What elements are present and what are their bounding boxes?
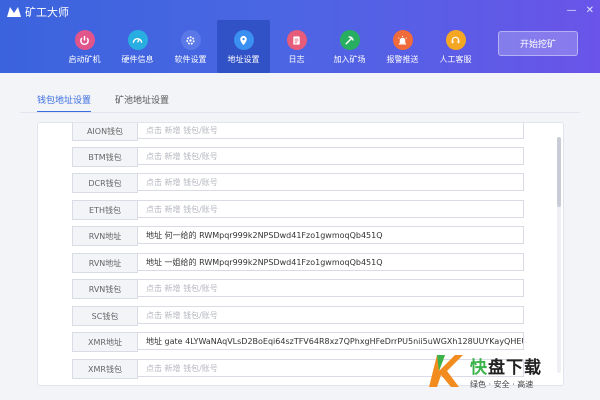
- wallet-row: ETH钱包 点击 新增 钱包/账号: [72, 200, 524, 220]
- nav-join-farm[interactable]: 加入矿场: [323, 20, 376, 73]
- power-icon: [74, 30, 95, 50]
- wallet-address-field[interactable]: 点击 新增 钱包/账号: [138, 279, 524, 297]
- watermark-brand-rest: 盘下载: [488, 357, 542, 378]
- wallet-label: AION钱包: [72, 123, 138, 141]
- wallet-row: RVN地址 地址 何一给的 RWMpqr999k2NPSDwd41Fzo1gwm…: [72, 226, 524, 246]
- wallet-label: DCR钱包: [72, 173, 138, 193]
- wallet-label: RVN地址: [72, 253, 138, 273]
- watermark-text: 快盘下载 绿色 · 安全 · 高速: [470, 353, 542, 390]
- main-nav: 启动矿机 硬件信息 软件设置 地址设置 日志 加入矿场 报警推送 人工客服: [58, 20, 482, 73]
- wallet-label: XMR地址: [72, 332, 138, 352]
- watermark-logo-icon: [429, 355, 463, 387]
- window-controls: — ✕: [567, 5, 594, 16]
- watermark-brand-green: 快: [470, 357, 488, 378]
- wallet-address-field[interactable]: 点击 新增 钱包/账号: [138, 173, 524, 191]
- app-brand: 矿工大师: [6, 4, 69, 20]
- location-icon: [233, 30, 254, 50]
- nav-label: 日志: [288, 55, 305, 64]
- nav-start-miner[interactable]: 启动矿机: [58, 20, 111, 73]
- tab-divider: [20, 112, 580, 113]
- nav-label: 硬件信息: [121, 55, 154, 64]
- tab-wallet-address[interactable]: 钱包地址设置: [37, 93, 92, 113]
- wallet-label: BTM钱包: [72, 147, 138, 167]
- nav-customer-service[interactable]: 人工客服: [429, 20, 482, 73]
- wallet-row: DCR钱包 点击 新增 钱包/账号: [72, 173, 524, 193]
- scrollbar-thumb[interactable]: [557, 137, 561, 207]
- watermark-brand: 快盘下载: [470, 353, 542, 378]
- wallet-label: ETH钱包: [72, 200, 138, 220]
- wallet-address-field[interactable]: 点击 新增 钱包/账号: [138, 147, 524, 165]
- app-title: 矿工大师: [25, 6, 69, 19]
- nav-alarm-push[interactable]: 报警推送: [376, 20, 429, 73]
- nav-label: 软件设置: [174, 55, 207, 64]
- wallet-row: RVN钱包 点击 新增 钱包/账号: [72, 279, 524, 299]
- minimize-button[interactable]: —: [567, 5, 577, 16]
- wallet-address-field[interactable]: 点击 新增 钱包/账号: [138, 200, 524, 218]
- watermark-slogan: 绿色 · 安全 · 高速: [470, 379, 534, 389]
- nav-hardware-info[interactable]: 硬件信息: [111, 20, 164, 73]
- wallet-address-field[interactable]: 点击 新增 钱包/账号: [138, 306, 524, 324]
- support-icon: [445, 30, 466, 50]
- app-logo-icon: [7, 7, 21, 17]
- nav-log[interactable]: 日志: [270, 20, 323, 73]
- wallet-label: RVN地址: [72, 226, 138, 246]
- alarm-icon: [392, 30, 413, 50]
- nav-label: 加入矿场: [333, 55, 366, 64]
- pickaxe-icon: [339, 30, 360, 50]
- tab-pool-address[interactable]: 矿池地址设置: [115, 93, 169, 113]
- nav-label: 启动矿机: [68, 55, 101, 64]
- start-mining-button[interactable]: 开始挖矿: [498, 31, 578, 56]
- wallet-address-field[interactable]: 地址 一姐给的 RWMpqr999k2NPSDwd41Fzo1gwmoqQb45…: [138, 253, 524, 271]
- settings-tabs: 钱包地址设置 矿池地址设置: [37, 93, 169, 113]
- nav-label: 地址设置: [227, 55, 260, 64]
- document-icon: [286, 30, 307, 50]
- app-header: 矿工大师 — ✕ 启动矿机 硬件信息 软件设置 地址设置 日志 加入矿场 报警推…: [0, 0, 600, 73]
- gauge-icon: [127, 30, 148, 50]
- wallet-address-field[interactable]: 点击 新增 钱包/账号: [138, 123, 524, 139]
- wallet-label: SC钱包: [72, 306, 138, 326]
- wallet-label: RVN钱包: [72, 279, 138, 299]
- nav-label: 人工客服: [439, 55, 472, 64]
- wallet-row: AION钱包 点击 新增 钱包/账号: [72, 123, 524, 141]
- vertical-scrollbar[interactable]: [557, 137, 561, 373]
- gear-icon: [180, 30, 201, 50]
- close-button[interactable]: ✕: [586, 5, 594, 16]
- wallet-address-field[interactable]: 地址 何一给的 RWMpqr999k2NPSDwd41Fzo1gwmoqQb45…: [138, 226, 524, 244]
- nav-label: 报警推送: [386, 55, 419, 64]
- nav-address-settings[interactable]: 地址设置: [217, 20, 270, 73]
- watermark: 快盘下载 绿色 · 安全 · 高速: [425, 345, 597, 397]
- wallet-row: SC钱包 点击 新增 钱包/账号: [72, 306, 524, 326]
- wallet-row: BTM钱包 点击 新增 钱包/账号: [72, 147, 524, 167]
- nav-software-settings[interactable]: 软件设置: [164, 20, 217, 73]
- wallet-row: RVN地址 地址 一姐给的 RWMpqr999k2NPSDwd41Fzo1gwm…: [72, 253, 524, 273]
- wallet-label: XMR钱包: [72, 359, 138, 379]
